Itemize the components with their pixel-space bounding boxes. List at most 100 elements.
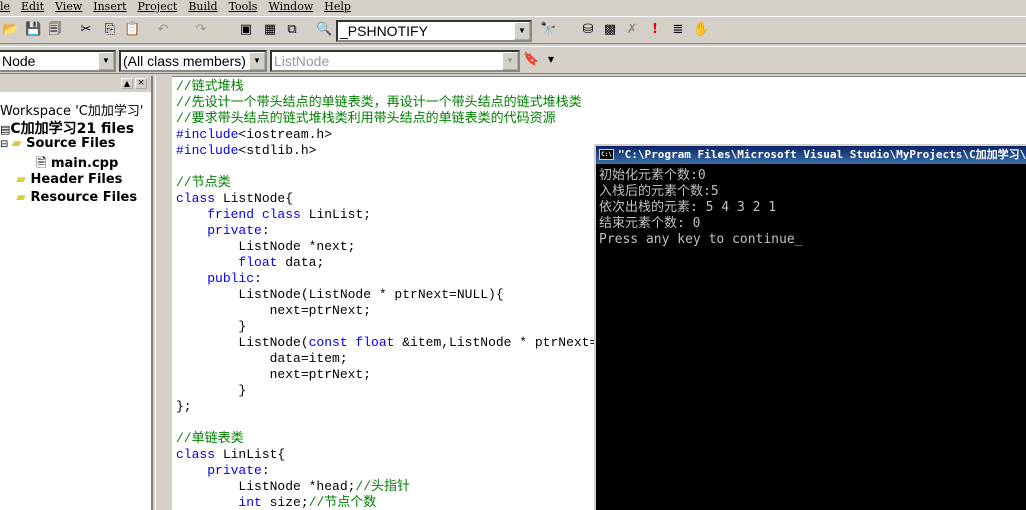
collapse-icon[interactable]: ⊟ xyxy=(0,139,12,150)
code-line: ListNode(ListNode * ptrNext=NULL){ xyxy=(176,287,504,303)
code-text: <iostream.h> xyxy=(238,127,333,142)
code-line: next=ptrNext; xyxy=(176,303,371,319)
console-window[interactable]: C:\ "C:\Program Files\Microsoft Visual St… xyxy=(594,144,1026,510)
code-text: <stdlib.h> xyxy=(238,143,317,158)
code-text: : xyxy=(254,271,262,286)
find-icon[interactable]: 🔭 xyxy=(540,22,556,38)
project-node[interactable]: ▤C加加学习21 files xyxy=(0,118,134,138)
project-icon: ▤ xyxy=(0,123,11,136)
chevron-down-icon[interactable]: ▼ xyxy=(249,52,265,70)
code-line: next=ptrNext; xyxy=(176,367,371,383)
close-icon[interactable]: × xyxy=(135,78,147,89)
keyword: public xyxy=(207,271,255,286)
menu-item[interactable]: Help xyxy=(324,0,351,14)
breakpoint-hand-icon[interactable]: ✋ xyxy=(693,22,709,38)
console-title-bar[interactable]: C:\ "C:\Program Files\Microsoft Visual St… xyxy=(596,146,1026,164)
maximize-icon[interactable]: ▲ xyxy=(121,78,133,89)
find-combo[interactable]: _PSHNOTIFY ▼ xyxy=(336,20,532,42)
menu-item[interactable]: View xyxy=(55,0,82,14)
comment: //链式堆栈 xyxy=(176,79,244,94)
workspace-icon[interactable]: ▣ xyxy=(238,22,254,38)
code-text: ListNode *head; xyxy=(176,479,356,494)
code-text: } xyxy=(176,383,247,398)
find-combo-value: _PSHNOTIFY xyxy=(340,23,428,39)
panel-header: ▲ × xyxy=(0,76,151,92)
menu-item[interactable]: Window xyxy=(268,0,313,14)
chevron-down-icon[interactable]: ▼ xyxy=(543,52,559,68)
console-output: 初始化元素个数:0 入栈后的元素个数:5 依次出栈的元素: 5 4 3 2 1 结束元… xyxy=(596,164,1026,248)
comment: //节点类 xyxy=(176,175,231,190)
console-line: 结束元素个数: 0 xyxy=(599,216,701,231)
wizard-action-icon[interactable]: 🔖 xyxy=(523,52,539,68)
members-combo[interactable]: (All class members) ▼ xyxy=(119,50,267,72)
go-icon[interactable]: ≣ xyxy=(670,22,686,38)
comment: //节点个数 xyxy=(308,495,377,510)
class-combo[interactable]: Node ▼ xyxy=(0,50,116,72)
keyword: private xyxy=(207,463,262,478)
code-text: } xyxy=(176,319,247,334)
execute-icon[interactable]: ! xyxy=(647,22,663,38)
chevron-down-icon[interactable]: ▼ xyxy=(98,52,114,70)
window-list-icon[interactable]: ⧉ xyxy=(284,22,300,38)
keyword: int xyxy=(238,495,262,510)
tree-item-header-files[interactable]: ▰ Header Files xyxy=(16,172,122,187)
console-line: 依次出栈的元素: 5 4 3 2 1 xyxy=(599,200,777,215)
chevron-down-icon[interactable]: ▼ xyxy=(514,22,530,40)
code-line: class LinList{ xyxy=(176,447,285,463)
menu-item[interactable]: Insert xyxy=(93,0,126,14)
code-line: #include<iostream.h> xyxy=(176,127,332,143)
console-icon: C:\ xyxy=(599,149,614,160)
tree-item-source-files[interactable]: ⊟ ▰ Source Files xyxy=(0,136,115,151)
keyword: class xyxy=(176,191,216,206)
paste-icon[interactable]: 📋 xyxy=(124,22,140,38)
comment: //单链表类 xyxy=(176,431,244,446)
cpp-file-icon: 🗎 xyxy=(36,156,47,171)
save-icon[interactable]: 💾 xyxy=(25,22,41,38)
menu-item[interactable]: Build xyxy=(188,0,217,14)
stop-build-icon[interactable]: ✗ xyxy=(624,22,640,38)
code-line: //要求带头结点的链式堆栈类利用带头结点的单链表类的代码资源 xyxy=(176,111,556,127)
code-text: data=item; xyxy=(176,351,348,366)
code-line: private: xyxy=(176,223,269,239)
compile-icon[interactable]: ⛁ xyxy=(580,22,596,38)
keyword: private xyxy=(207,223,262,238)
find-in-files-icon[interactable]: 🔍 xyxy=(316,22,332,38)
save-all-icon[interactable]: 🗐 xyxy=(47,22,63,38)
copy-icon[interactable]: ⎘ xyxy=(102,22,118,38)
tree-item-label: main.cpp xyxy=(50,156,119,171)
open-icon[interactable]: 📂 xyxy=(2,22,18,38)
workspace-title[interactable]: Workspace 'C加加学习' xyxy=(0,100,143,119)
cut-icon[interactable]: ✂ xyxy=(78,22,94,38)
menu-item[interactable]: Edit xyxy=(21,0,44,14)
code-text: ListNode(ListNode * ptrNext=NULL){ xyxy=(176,287,504,302)
code-line: } xyxy=(176,383,246,399)
comment: //先设计一个带头结点的单链表类，再设计一个带头结点的链式堆栈类 xyxy=(176,95,582,110)
tree-item-label: Header Files xyxy=(30,172,123,187)
tree-item-label: Resource Files xyxy=(30,190,138,205)
code-line: } xyxy=(176,319,246,335)
code-text: LinList{ xyxy=(215,447,286,462)
build-icon[interactable]: ▩ xyxy=(602,22,618,38)
code-line: float data; xyxy=(176,255,324,271)
chevron-down-icon[interactable]: ▼ xyxy=(502,52,518,70)
output-icon[interactable]: ▦ xyxy=(262,22,278,38)
menu-item[interactable]: Project xyxy=(138,0,178,14)
code-line: data=item; xyxy=(176,351,348,367)
code-text: ListNode( xyxy=(176,335,309,350)
undo-icon[interactable]: ↶ xyxy=(155,22,171,38)
tree-item-resource-files[interactable]: ▰ Resource Files xyxy=(16,190,137,205)
code-line: //先设计一个带头结点的单链表类，再设计一个带头结点的链式堆栈类 xyxy=(176,95,582,111)
redo-icon[interactable]: ↷ xyxy=(193,22,209,38)
code-line: public: xyxy=(176,271,262,287)
console-line: Press any key to continue_ xyxy=(599,232,803,247)
menu-item[interactable]: le xyxy=(0,0,10,14)
code-text: : xyxy=(261,463,270,478)
editor-gutter xyxy=(155,76,172,510)
folder-open-icon: ▰ xyxy=(11,136,22,151)
code-text: next=ptrNext; xyxy=(176,367,372,382)
function-combo[interactable]: ListNode ▼ xyxy=(270,50,520,72)
menu-item[interactable]: Tools xyxy=(229,0,258,14)
